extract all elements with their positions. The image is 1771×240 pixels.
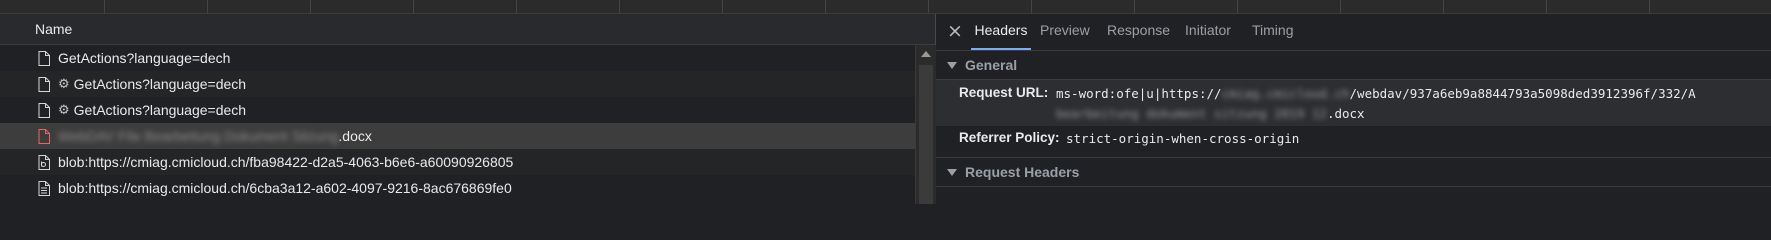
gear-icon: ⚙ [58, 102, 70, 118]
timeline-tick [413, 0, 414, 13]
timeline-tick [619, 0, 620, 13]
details-tab-bar: × Headers Preview Response Initiator Tim… [936, 14, 1771, 51]
request-rows: GetActions?language=dech ⚙ GetActions?lan… [0, 45, 915, 201]
tab-timing[interactable]: Timing [1252, 14, 1294, 48]
request-row[interactable]: blob:https://cmiag.cmicloud.ch/6cba3a12-… [0, 175, 915, 201]
expand-triangle-icon [947, 61, 957, 69]
expand-triangle-icon [947, 168, 957, 176]
timeline-tick [516, 0, 517, 13]
general-section-header[interactable]: General [936, 51, 1771, 80]
name-column-label: Name [35, 21, 73, 37]
tab-initiator[interactable]: Initiator [1184, 14, 1232, 48]
tab-headers[interactable]: Headers [971, 14, 1031, 50]
request-row[interactable]: blob:https://cmiag.cmicloud.ch/fba98422-… [0, 149, 915, 175]
request-name: blob:https://cmiag.cmicloud.ch/6cba3a12-… [58, 180, 512, 196]
request-url-value-line1: ms-word:ofe|u|https://cmiag.cmicloud.ch/… [1056, 86, 1696, 101]
timeline-tick [1340, 0, 1341, 13]
request-url-row: Request URL: ms-word:ofe|u|https://cmiag… [936, 80, 1771, 126]
timeline-tick [1443, 0, 1444, 13]
name-column-header[interactable]: Name [0, 14, 935, 45]
request-url-value-line2: bearbeitung dokument sitzung 2019 12.doc… [1056, 106, 1365, 121]
general-section-title: General [965, 57, 1018, 73]
timeline-tick [1237, 0, 1238, 13]
referrer-policy-row: Referrer Policy: strict-origin-when-cros… [936, 128, 1771, 150]
document-icon [38, 50, 50, 66]
blob-document-icon [38, 180, 50, 196]
tab-response[interactable]: Response [1107, 14, 1170, 48]
close-icon[interactable]: × [944, 20, 966, 42]
request-headers-section-title: Request Headers [965, 164, 1080, 180]
blob-document-icon [38, 154, 50, 170]
referrer-policy-value: strict-origin-when-cross-origin [1066, 131, 1300, 146]
request-name: ⚙ GetActions?language=dech [58, 76, 247, 92]
timeline-tick [1649, 0, 1650, 13]
request-headers-section-header[interactable]: Request Headers [936, 157, 1771, 187]
tab-preview[interactable]: Preview [1040, 14, 1090, 48]
request-name: GetActions?language=dech [58, 50, 231, 66]
scrollbar-thumb[interactable] [919, 65, 933, 204]
request-row[interactable]: ⚙ GetActions?language=dech [0, 97, 915, 123]
request-name: WebDAV File Bearbeitung Dokument Sitzung… [58, 128, 372, 144]
network-request-list: Name GetActions?language=dech ⚙ GetAction… [0, 14, 936, 204]
gear-icon: ⚙ [58, 76, 70, 92]
request-details-panel: × Headers Preview Response Initiator Tim… [936, 14, 1771, 204]
referrer-policy-key: Referrer Policy: [959, 130, 1060, 145]
timeline-tick [1134, 0, 1135, 13]
timeline-tick [310, 0, 311, 13]
request-name: blob:https://cmiag.cmicloud.ch/fba98422-… [58, 154, 514, 170]
timeline-tick [1031, 0, 1032, 13]
request-name: ⚙ GetActions?language=dech [58, 102, 247, 118]
scroll-up-arrow-icon[interactable] [921, 51, 931, 57]
request-url-key: Request URL: [959, 85, 1049, 100]
timeline-tick [928, 0, 929, 13]
timeline-tick [825, 0, 826, 13]
timeline-overview [0, 0, 1771, 14]
request-row[interactable]: GetActions?language=dech [0, 45, 915, 71]
timeline-tick [722, 0, 723, 13]
request-row[interactable]: ⚙ GetActions?language=dech [0, 71, 915, 97]
request-row-selected[interactable]: WebDAV File Bearbeitung Dokument Sitzung… [0, 123, 915, 149]
document-icon [38, 102, 50, 118]
timeline-tick [104, 0, 105, 13]
blurred-filename: WebDAV File Bearbeitung Dokument Sitzung [58, 128, 339, 144]
document-icon [38, 76, 50, 92]
document-error-icon [38, 128, 50, 144]
timeline-tick [1546, 0, 1547, 13]
timeline-tick [207, 0, 208, 13]
vertical-scrollbar[interactable] [915, 45, 936, 204]
